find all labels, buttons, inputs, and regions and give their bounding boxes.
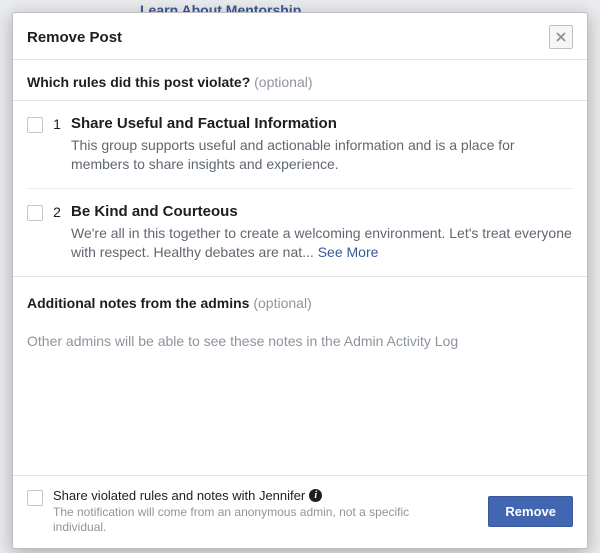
footer-left: Share violated rules and notes with Jenn…	[27, 488, 476, 536]
rule-row: 2 Be Kind and Courteous We're all in thi…	[27, 188, 573, 276]
rule-description: This group supports useful and actionabl…	[71, 136, 573, 174]
rule-checkbox-2[interactable]	[27, 205, 43, 221]
close-button[interactable]	[549, 25, 573, 49]
modal-header: Remove Post	[13, 13, 587, 60]
share-with-user-checkbox[interactable]	[27, 490, 43, 506]
close-icon	[556, 32, 566, 42]
optional-label: (optional)	[253, 295, 311, 311]
footer-text: Share violated rules and notes with Jenn…	[53, 488, 476, 536]
rule-row: 1 Share Useful and Factual Information T…	[27, 101, 573, 188]
share-subtext: The notification will come from an anony…	[53, 505, 433, 536]
optional-label: (optional)	[254, 74, 312, 90]
info-icon[interactable]: i	[309, 489, 322, 502]
rule-number: 1	[43, 115, 71, 174]
rule-number: 2	[43, 203, 71, 262]
rule-description: We're all in this together to create a w…	[71, 224, 573, 262]
modal-title: Remove Post	[27, 29, 122, 46]
notes-label: Additional notes from the admins	[27, 295, 249, 311]
rule-content: Share Useful and Factual Information Thi…	[71, 115, 573, 174]
modal-body: Which rules did this post violate? (opti…	[13, 60, 587, 475]
share-checkbox-label: Share violated rules and notes with Jenn…	[53, 488, 476, 503]
rule-checkbox-1[interactable]	[27, 117, 43, 133]
rule-content: Be Kind and Courteous We're all in this …	[71, 203, 573, 262]
rule-title: Be Kind and Courteous	[71, 203, 573, 220]
notes-textarea[interactable]: Other admins will be able to see these n…	[27, 315, 573, 355]
rules-section-heading: Which rules did this post violate? (opti…	[27, 60, 573, 100]
see-more-link[interactable]: See More	[318, 244, 379, 260]
share-label-text: Share violated rules and notes with Jenn…	[53, 488, 305, 503]
notes-section-heading: Additional notes from the admins (option…	[27, 277, 573, 315]
remove-post-modal: Remove Post Which rules did this post vi…	[12, 12, 588, 549]
rule-title: Share Useful and Factual Information	[71, 115, 573, 132]
rules-question: Which rules did this post violate?	[27, 74, 250, 90]
modal-footer: Share violated rules and notes with Jenn…	[13, 475, 587, 548]
remove-button[interactable]: Remove	[488, 496, 573, 527]
